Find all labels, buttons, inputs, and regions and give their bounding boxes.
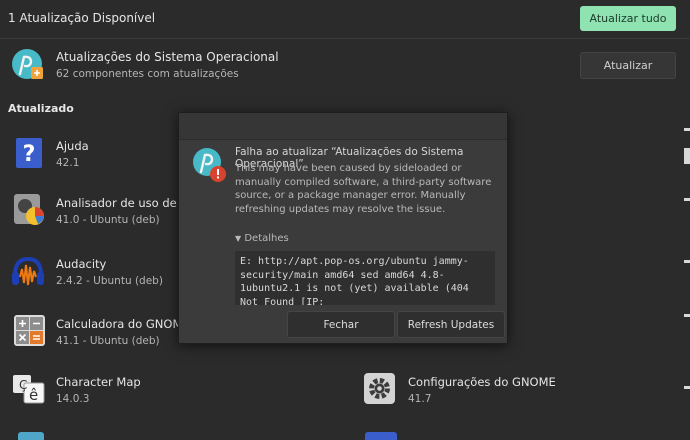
app-name: Character Map [56, 375, 141, 389]
calculator-icon [14, 315, 45, 346]
updated-section-heading: Atualizado [8, 102, 74, 115]
gnome-settings-icon [364, 373, 395, 404]
character-map-icon: Ç ê [13, 375, 45, 404]
edge-mark [684, 260, 690, 263]
edge-mark [684, 198, 690, 201]
edge-mark [684, 314, 690, 317]
os-update-subtitle: 62 componentes com atualizações [56, 68, 239, 80]
app-version: 2.4.2 - Ubuntu (deb) [56, 275, 163, 287]
app-name: Audacity [56, 257, 107, 271]
app-name: Analisador de uso de dis [56, 196, 178, 210]
app-name: Configurações do GNOME [408, 375, 556, 389]
details-text: E: http://apt.pop-os.org/ubuntu jammy-se… [240, 256, 481, 305]
edge-mark [684, 128, 690, 131]
details-text-area[interactable]: E: http://apt.pop-os.org/ubuntu jammy-se… [235, 251, 495, 305]
header-divider [0, 38, 690, 39]
updates-available-heading: 1 Atualização Disponível [8, 11, 156, 25]
pop-os-error-icon [193, 148, 226, 182]
audacity-icon [12, 256, 44, 286]
update-button[interactable]: Atualizar [580, 52, 676, 79]
app-version: 14.0.3 [56, 393, 90, 405]
details-expander[interactable]: ▼ Detalhes [235, 233, 289, 244]
dialog-titlebar[interactable] [179, 113, 507, 140]
caret-down-icon: ▼ [235, 234, 242, 243]
svg-text:?: ? [23, 142, 36, 167]
partial-app-icon [18, 432, 44, 440]
error-dialog: Falha ao atualizar “Atualizações do Sist… [178, 112, 508, 344]
edge-mark [684, 148, 690, 164]
dialog-message: This may have been caused by sideloaded … [235, 163, 492, 215]
refresh-updates-button[interactable]: Refresh Updates [397, 311, 505, 338]
edge-mark [684, 386, 690, 389]
app-version: 41.0 - Ubuntu (deb) [56, 214, 160, 226]
app-version: 42.1 [56, 157, 80, 169]
details-label: Detalhes [244, 233, 289, 244]
help-icon: ? [16, 138, 42, 168]
svg-text:Ç: Ç [19, 378, 27, 392]
disk-usage-icon [14, 194, 44, 225]
app-name: Ajuda [56, 139, 89, 153]
app-version: 41.1 - Ubuntu (deb) [56, 335, 160, 347]
app-name: Calculadora do GNOME [56, 317, 190, 331]
os-update-name: Atualizações do Sistema Operacional [56, 50, 279, 64]
update-all-button[interactable]: Atualizar tudo [580, 6, 676, 31]
close-button[interactable]: Fechar [287, 311, 395, 338]
app-version: 41.7 [408, 393, 432, 405]
pop-os-update-icon [12, 49, 43, 79]
svg-text:ê: ê [29, 386, 38, 404]
partial-app-icon [365, 432, 397, 440]
